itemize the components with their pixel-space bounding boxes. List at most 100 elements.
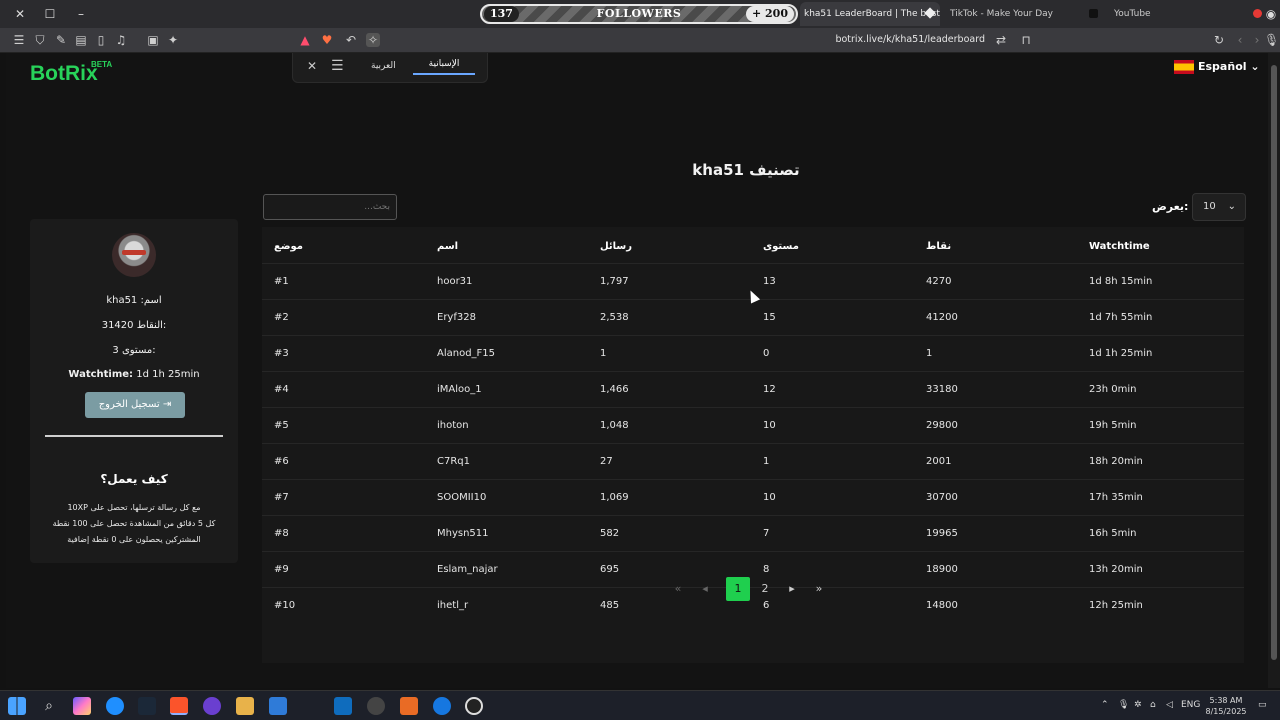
page-2-button[interactable]: 2 <box>753 577 777 601</box>
taskbar-clock[interactable]: 5:38 AM 8/15/2025 <box>1200 695 1252 717</box>
first-page-button[interactable]: « <box>666 577 690 601</box>
col-header-name[interactable]: اسم <box>437 241 458 252</box>
divider <box>45 435 223 437</box>
profile-points: 31420 النقاط: <box>101 320 167 331</box>
col-header-position[interactable]: موضع <box>274 241 303 252</box>
search-input[interactable] <box>263 194 397 220</box>
col-header-points[interactable]: نقاط <box>926 241 951 252</box>
settings-icon[interactable] <box>367 697 385 715</box>
tray-app-icon[interactable]: ✲ <box>1134 700 1142 710</box>
table-row: #6 C7Rq1 27 1 2001 18h 20min <box>262 443 1244 479</box>
back-icon[interactable]: ‹ <box>1233 33 1247 47</box>
logout-button[interactable]: تسجيل الخروج ⇥ <box>85 392 185 418</box>
scrollbar-thumb[interactable] <box>1271 65 1277 660</box>
cell-level: 15 <box>763 312 776 323</box>
watchtime-label: Watchtime: <box>68 369 134 380</box>
col-header-level[interactable]: مستوى <box>763 241 799 252</box>
how-it-works-title: كيف يعمل؟ <box>100 472 168 486</box>
share-icon[interactable]: ✧ <box>366 33 380 47</box>
col-header-watchtime[interactable]: Watchtime <box>1089 241 1150 252</box>
address-bar-url[interactable]: botrix.live/k/kha51/leaderboard <box>720 33 985 47</box>
tray-chevron-icon[interactable]: ⌃ <box>1101 700 1109 710</box>
tab-youtube[interactable]: YouTube <box>1110 2 1240 26</box>
volume-icon[interactable]: ◁ <box>1166 700 1173 710</box>
close-window-icon[interactable]: ✕ <box>11 5 29 23</box>
minimize-window-icon[interactable]: – <box>72 5 90 23</box>
bookmark-icon[interactable]: ⊓ <box>1019 33 1033 47</box>
tab-leaderboard[interactable]: kha51 LeaderBoard | The best Ch <box>800 2 940 26</box>
page-scrollbar[interactable] <box>1268 53 1280 688</box>
reader-icon[interactable]: ▯ <box>94 33 108 47</box>
app-blue-icon[interactable] <box>433 697 451 715</box>
edge-icon[interactable] <box>106 697 124 715</box>
screenshot-icon[interactable]: ▣ <box>146 33 160 47</box>
start-icon[interactable] <box>8 697 26 715</box>
copilot-icon[interactable] <box>73 697 91 715</box>
prev-page-button[interactable]: ◂ <box>693 577 717 601</box>
extensions-icon[interactable]: ✦ <box>166 33 180 47</box>
forward-icon[interactable]: › <box>1250 33 1264 47</box>
cell-level: 8 <box>763 564 770 575</box>
translate-icon[interactable]: ⇄ <box>994 33 1008 47</box>
table-row: #8 Mhysn511 582 7 19965 16h 5min <box>262 515 1244 551</box>
table-row: #5 ihoton 1,048 10 29800 19h 5min <box>262 407 1244 443</box>
network-icon[interactable]: ⌂ <box>1150 700 1156 710</box>
cell-messages: 1,466 <box>600 384 629 395</box>
close-icon[interactable]: ✕ <box>307 59 317 73</box>
cell-position: #1 <box>274 276 289 287</box>
cell-name: Eryf328 <box>437 312 476 323</box>
sidebar-toggle-icon[interactable]: ☰ <box>12 33 26 47</box>
botrix-logo[interactable]: BotRix BETA <box>30 60 112 86</box>
cell-messages: 1,797 <box>600 276 629 287</box>
profile-watchtime: Watchtime: 1d 1h 25min <box>30 369 238 380</box>
language-selector[interactable]: Español ⌄ <box>1174 60 1260 74</box>
chevron-down-icon: ⌄ <box>1227 201 1236 212</box>
notifications-icon[interactable]: ▭ <box>1258 700 1267 710</box>
mic-icon[interactable]: 🎙 <box>1264 33 1279 47</box>
cell-position: #7 <box>274 492 289 503</box>
brave-icon[interactable] <box>170 697 188 715</box>
profile-name: اسم: kha51 <box>106 295 162 306</box>
page-content: BotRix BETA ✕ ☰ العربية الإسبانية Españo… <box>6 53 1268 688</box>
undo-icon[interactable]: ↶ <box>344 33 358 47</box>
language-indicator[interactable]: ENG <box>1181 700 1200 710</box>
cell-name: Alanod_F15 <box>437 348 496 359</box>
obs-icon[interactable] <box>465 697 483 715</box>
brave-shield-icon[interactable]: ♥ <box>320 33 334 47</box>
cell-position: #10 <box>274 600 296 611</box>
search-icon[interactable]: ⌕ <box>40 697 58 715</box>
brave-rewards-icon[interactable]: ▲ <box>298 33 312 47</box>
tray-mic-icon[interactable]: 🎙 <box>1118 700 1129 710</box>
chevron-down-icon: ⌄ <box>1250 60 1260 73</box>
cell-level: 12 <box>763 384 776 395</box>
browser-tab-strip: ✕ ☐ – 137 FOLLOWERS + 200 kha51 LeaderBo… <box>0 0 1280 28</box>
cell-watchtime: 17h 35min <box>1089 492 1143 503</box>
reload-icon[interactable]: ↻ <box>1212 33 1226 47</box>
next-page-button[interactable]: ▸ <box>780 577 804 601</box>
cell-points: 14800 <box>926 600 958 611</box>
last-page-button[interactable]: » <box>807 577 831 601</box>
cell-points: 18900 <box>926 564 958 575</box>
avatar <box>112 233 156 277</box>
menu-icon[interactable]: ☰ <box>331 58 344 74</box>
tabs-icon[interactable]: ▤ <box>74 33 88 47</box>
tab-tiktok[interactable]: TikTok - Make Your Day <box>946 2 1086 26</box>
page-1-button[interactable]: 1 <box>726 577 750 601</box>
file-explorer-icon[interactable] <box>236 697 254 715</box>
pin-icon[interactable]: ✎ <box>54 33 68 47</box>
browser-menu-icon[interactable]: ◉ <box>1262 5 1280 23</box>
avatar-band <box>122 250 146 255</box>
col-header-messages[interactable]: رسائل <box>600 241 632 252</box>
outlook-icon[interactable] <box>334 697 352 715</box>
cell-watchtime: 1d 8h 15min <box>1089 276 1153 287</box>
store-icon[interactable] <box>269 697 287 715</box>
restore-window-icon[interactable]: ☐ <box>41 5 59 23</box>
shield-icon[interactable]: ⛉ <box>33 33 47 47</box>
messenger-icon[interactable] <box>203 697 221 715</box>
show-entries-select[interactable]: 10 ⌄ <box>1192 193 1246 221</box>
steam-icon[interactable] <box>138 697 156 715</box>
app-a-icon[interactable] <box>400 697 418 715</box>
lang-option-arabic[interactable]: العربية <box>371 61 396 71</box>
music-icon[interactable]: ♫ <box>114 33 128 47</box>
lang-option-spanish[interactable]: الإسبانية <box>413 53 475 75</box>
